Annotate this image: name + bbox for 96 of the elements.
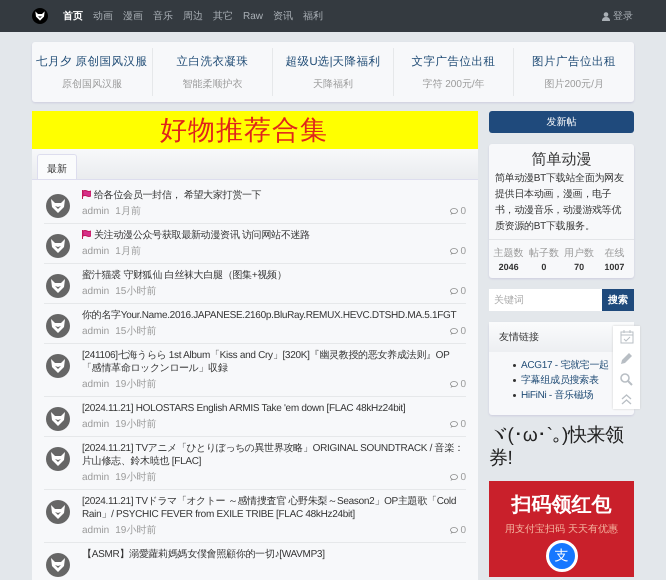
ad-card[interactable]: 立白洗衣凝珠 智能柔顺护衣 (152, 48, 274, 96)
comment-count: 0 (460, 205, 466, 218)
stat-label: 在线 (604, 246, 624, 260)
stat-label: 主题数 (494, 246, 524, 260)
post-time: 19小时前 (115, 418, 156, 431)
friend-link[interactable]: HiFiNi - 音乐磁场 (521, 388, 594, 403)
ad-card[interactable]: 文字广告位出租 字符 200元/年 (394, 48, 514, 96)
login-link[interactable]: 登录 (601, 7, 634, 25)
nav-link[interactable]: Raw (242, 8, 264, 24)
friend-link[interactable]: 字幕组成员搜索表 (521, 373, 599, 388)
stat-value: 70 (574, 262, 584, 272)
coupon-ad-subtitle: 用支付宝扫码 天天有优惠 (505, 522, 618, 536)
comment-icon (450, 208, 458, 215)
ad-title: 超级U选|天降福利 (285, 54, 381, 68)
nav-link[interactable]: 首页 (62, 7, 84, 25)
ad-subtitle: 天降福利 (312, 78, 353, 90)
avatar-icon[interactable] (46, 194, 70, 218)
promo-text: ヾ(･ω･`｡)快来领券! (489, 424, 624, 470)
ad-title: 图片广告位出租 (532, 54, 616, 68)
coupon-ad[interactable]: 扫码领红包 用支付宝扫码 天天有优惠 支 (489, 481, 634, 577)
comment-icon (450, 328, 458, 335)
post-title[interactable]: [2024.11.21] HOLOSTARS English ARMIS Take 'em down [FLAC 48kHz24bit] (82, 402, 466, 415)
comment-count: 0 (460, 524, 466, 537)
ad-subtitle: 原创国风汉服 (62, 78, 122, 90)
comment-count: 0 (460, 285, 466, 298)
coupon-ad-title: 扫码领红包 (512, 493, 612, 518)
tab[interactable]: 最新 (37, 154, 77, 179)
post-title[interactable]: 给各位会员一封信， 希望大家打赏一下 (82, 189, 466, 202)
stat-value: 2046 (498, 262, 519, 272)
ad-card[interactable]: 七月夕 原创国风汉服 原创国风汉服 (32, 48, 153, 96)
ad-title: 七月夕 原创国风汉服 (36, 54, 148, 68)
stat-value: 0 (541, 262, 546, 272)
stat-value: 1007 (604, 262, 624, 272)
avatar-icon[interactable] (46, 500, 70, 524)
nav-link[interactable]: 音乐 (152, 7, 174, 25)
avatar-icon[interactable] (46, 553, 70, 577)
user-icon (602, 12, 610, 20)
nav-link[interactable]: 福利 (302, 7, 324, 25)
comment-count: 0 (460, 245, 466, 258)
post-title[interactable]: 【ASMR】溺愛蘿莉媽媽女僕會照顧你的一切♪[WAVMP3] (82, 548, 466, 561)
avatar-icon[interactable] (46, 314, 70, 338)
post-time: 1月前 (115, 245, 141, 258)
post-title[interactable]: [2024.11.21] TVアニメ「ひとりぼっちの異世界攻略」ORIGINAL SOUNDTRACK / 音楽：片山修志、鈴木暁也 [FLAC] (82, 442, 466, 468)
ad-card[interactable]: 图片广告位出租 图片200元/月 (514, 48, 634, 96)
bullet-icon (513, 364, 516, 367)
calendar-check-icon[interactable] (620, 330, 634, 344)
friend-link[interactable]: ACG17 - 宅就宅一起 (521, 358, 609, 373)
avatar-icon[interactable] (46, 234, 70, 258)
post-time: 15小时前 (115, 285, 156, 298)
nav-link[interactable]: 漫画 (122, 7, 144, 25)
promo-banner[interactable]: 好物推荐合集 (32, 111, 478, 149)
ad-card[interactable]: 超级U选|天降福利 天降福利 (273, 48, 394, 96)
post-title[interactable]: 你的名字Your.Name.2016.JAPANESE.2160p.BluRay.REMUX.HEVC.DTSHD.MA.5.1FGT (82, 309, 466, 322)
nav-link[interactable]: 动画 (92, 7, 114, 25)
stat-label: 帖子数 (528, 246, 559, 260)
post-title[interactable]: [2024.11.21] TVドラマ「オクトー ～感情捜査官 心野朱梨～Season2」OP主題歌「Cold Rain」/ PSYCHIC FEVER from EXILE TRIBE [FLAC 48kHz24bit] (82, 495, 466, 521)
ad-subtitle: 图片200元/月 (544, 78, 604, 90)
ad-subtitle: 字符 200元/年 (422, 78, 485, 90)
post-title[interactable]: 关注动漫公众号获取最新动漫资讯 访问网站不迷路 (82, 229, 466, 242)
search-button[interactable]: 搜索 (602, 289, 634, 311)
comment-icon (450, 474, 458, 481)
post-time: 15小时前 (115, 325, 156, 338)
comment-count: 0 (460, 325, 466, 338)
comment-icon (450, 527, 458, 534)
logo-icon[interactable] (32, 8, 48, 24)
ad-subtitle: 智能柔顺护衣 (182, 78, 242, 90)
ad-title: 文字广告位出租 (412, 54, 496, 68)
comment-count: 0 (460, 418, 466, 431)
post-title[interactable]: [241106]七海うらら 1st Album「Kiss and Cry」[320K]『幽灵教授的恶女养成法则』OP「感情革命ロックンロール」収録 (82, 349, 466, 375)
comment-icon (450, 288, 458, 295)
bullet-icon (513, 394, 516, 397)
new-post-button[interactable]: 发新帖 (489, 111, 634, 133)
avatar-icon[interactable] (46, 407, 70, 431)
avatar-icon[interactable] (46, 447, 70, 471)
post-title[interactable]: 蜜汁猫裘 守财狐仙 白丝袜大白腿（图集+视频） (82, 269, 466, 282)
search-field[interactable]: 关键词 (489, 289, 602, 311)
comment-icon (450, 248, 458, 255)
post-time: 19小时前 (115, 471, 156, 484)
post-time: 19小时前 (115, 524, 156, 537)
site-description: 简单动漫BT下载站全面为网友提供日本动画，漫画，电子书，动漫音乐，动漫游戏等优质资源的BT下载服务。 (494, 172, 625, 234)
payment-badge: 支 (546, 540, 578, 572)
comment-count: 0 (460, 378, 466, 391)
post-time: 1月前 (115, 205, 141, 218)
nav-link[interactable]: 其它 (212, 7, 234, 25)
avatar-icon[interactable] (46, 274, 70, 298)
avatar-icon[interactable] (46, 354, 70, 378)
comment-count: 0 (460, 471, 466, 484)
comment-icon (450, 421, 458, 428)
comment-icon (450, 381, 458, 388)
nav-link[interactable]: 资讯 (272, 7, 294, 25)
ad-title: 立白洗衣凝珠 (176, 54, 248, 68)
site-title: 简单动漫 (530, 150, 592, 170)
stat-label: 用户数 (564, 246, 594, 260)
nav-link[interactable]: 周边 (182, 7, 204, 25)
bullet-icon (513, 379, 516, 382)
post-time: 19小时前 (115, 378, 156, 391)
